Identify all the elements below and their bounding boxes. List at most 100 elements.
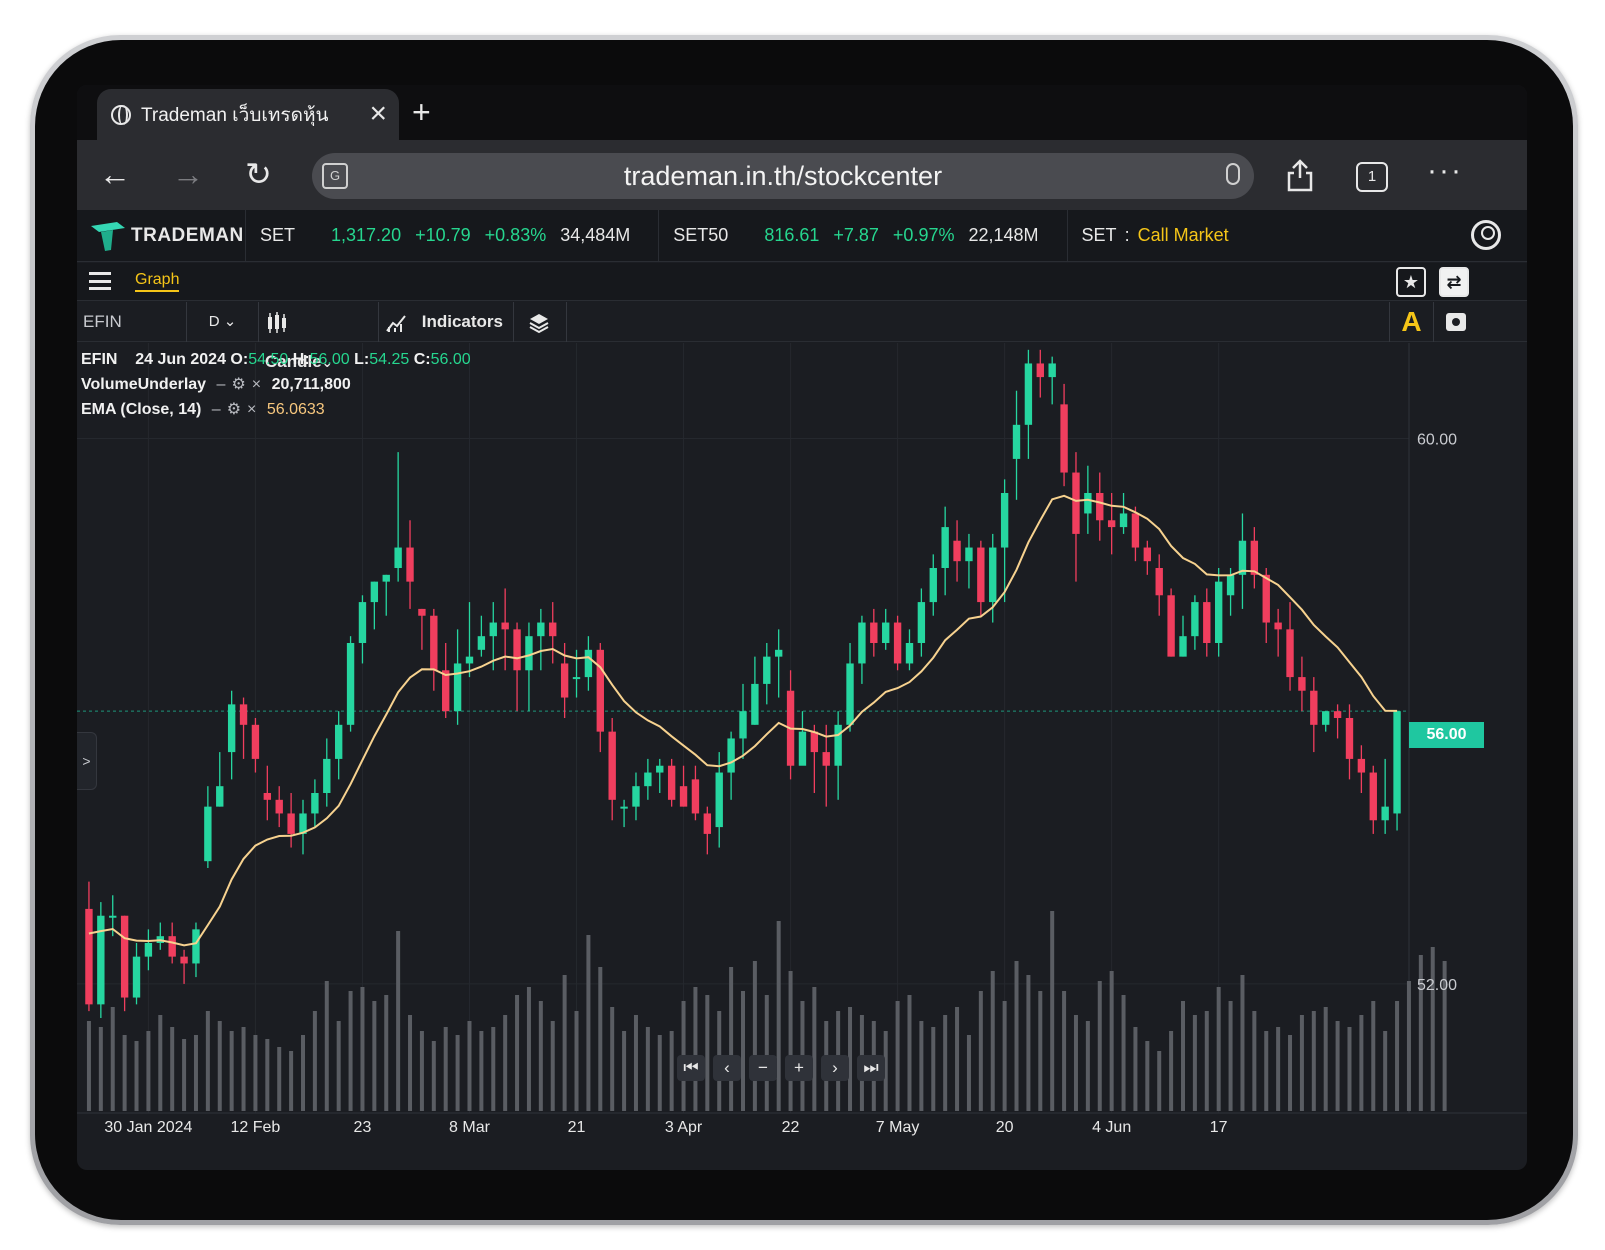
time-axis-label: 22 bbox=[782, 1119, 800, 1136]
share-icon[interactable] bbox=[1285, 158, 1315, 199]
candle-body bbox=[180, 956, 188, 964]
zoom-out-button[interactable]: − bbox=[749, 1055, 777, 1081]
legend-high: 56.00 bbox=[309, 351, 350, 368]
volume-bar bbox=[1038, 991, 1043, 1111]
volume-bar bbox=[562, 975, 567, 1111]
candle-body bbox=[1333, 711, 1342, 718]
trademan-logo[interactable]: TRADEMAN bbox=[77, 220, 245, 252]
volume-bar bbox=[633, 1015, 638, 1111]
close-tab-icon[interactable]: × bbox=[369, 99, 387, 129]
reload-icon[interactable]: ↻ bbox=[245, 154, 272, 194]
new-tab-button[interactable]: + bbox=[412, 95, 431, 129]
ema-remove-icon[interactable]: × bbox=[247, 401, 256, 418]
candle-body bbox=[1345, 718, 1354, 759]
hamburger-menu-icon[interactable] bbox=[89, 272, 111, 290]
volume-bar bbox=[1311, 1011, 1316, 1111]
volume-bar bbox=[182, 1039, 187, 1111]
volume-bar bbox=[348, 991, 353, 1111]
indicators-button[interactable]: Indicators bbox=[379, 302, 514, 342]
back-arrow-icon[interactable]: ← bbox=[99, 154, 131, 194]
volume-bar bbox=[669, 1031, 674, 1111]
candle-body bbox=[882, 622, 890, 643]
layers-button[interactable] bbox=[514, 302, 567, 342]
volume-bar bbox=[752, 961, 757, 1111]
candle-body bbox=[1000, 493, 1009, 548]
go-to-start-button[interactable]: ⏮ bbox=[677, 1055, 705, 1081]
candle-body bbox=[763, 656, 771, 684]
set50-change: +7.87 bbox=[833, 225, 879, 245]
volume-row: VolumeUnderlay – ⚙ × 20,711,800 bbox=[81, 372, 471, 397]
candle-body bbox=[715, 772, 723, 828]
candle-body bbox=[501, 622, 509, 630]
volume-bar bbox=[170, 1027, 175, 1111]
legend-c-label: C: bbox=[413, 351, 431, 368]
candle-body bbox=[453, 663, 462, 712]
go-to-end-button[interactable]: ⏭ bbox=[857, 1055, 885, 1081]
candle-body bbox=[489, 622, 497, 637]
time-axis-label: 8 Mar bbox=[449, 1119, 491, 1136]
candle-icon bbox=[268, 311, 286, 333]
microphone-icon[interactable] bbox=[1226, 163, 1240, 185]
volume-bar bbox=[966, 1035, 971, 1111]
ohlc-row: EFIN 24 Jun 2024 O:54.50 H:56.00 L:54.25… bbox=[81, 347, 471, 372]
url-text: trademan.in.th/stockcenter bbox=[623, 161, 943, 191]
volume-hide-icon[interactable]: – bbox=[217, 376, 226, 393]
indicators-text: Indicators bbox=[421, 312, 503, 331]
scroll-left-button[interactable]: ‹ bbox=[713, 1055, 741, 1081]
legend-low: 54.25 bbox=[369, 351, 410, 368]
set50-index[interactable]: SET50 816.61 +7.87 +0.97% 22,148M bbox=[658, 210, 1066, 261]
set-index[interactable]: SET 1,317.20 +10.79 +0.83% 34,484M bbox=[245, 210, 658, 261]
symbol-input[interactable]: EFIN bbox=[77, 302, 187, 342]
volume-bar bbox=[978, 991, 983, 1111]
volume-bar bbox=[408, 1015, 413, 1111]
interval-select[interactable]: D ⌄ bbox=[187, 302, 259, 342]
browser-toolbar: ← → ↻ G trademan.in.th/stockcenter 1 ··· bbox=[77, 140, 1527, 210]
candle-body bbox=[1214, 581, 1223, 643]
chart-type-select[interactable]: Candle⌄ bbox=[259, 302, 379, 371]
favorite-star-icon[interactable]: ★ bbox=[1396, 267, 1426, 297]
candle-body bbox=[870, 622, 878, 643]
user-profile-icon[interactable] bbox=[1471, 220, 1501, 250]
candle-body bbox=[620, 806, 628, 809]
tab-graph[interactable]: Graph bbox=[135, 271, 180, 292]
candle-body bbox=[965, 547, 973, 562]
volume-bar bbox=[1050, 911, 1055, 1111]
candle-body bbox=[394, 547, 402, 568]
volume-bar bbox=[741, 991, 745, 1111]
set50-volume: 22,148M bbox=[968, 225, 1039, 245]
volume-bar bbox=[1014, 961, 1019, 1111]
volume-bar bbox=[895, 1001, 900, 1111]
volume-bar bbox=[705, 995, 710, 1111]
set-volume: 34,484M bbox=[560, 225, 631, 245]
drawing-text-button[interactable]: A bbox=[1389, 302, 1433, 342]
tab-switcher-button[interactable]: 1 bbox=[1356, 162, 1388, 192]
swap-icon[interactable]: ⇄ bbox=[1439, 267, 1469, 297]
candle-body bbox=[1012, 424, 1021, 459]
browser-tab[interactable]: Trademan เว็บเทรดหุ้น × bbox=[97, 89, 399, 140]
forward-arrow-icon[interactable]: → bbox=[172, 154, 204, 194]
screenshot-button[interactable] bbox=[1433, 302, 1477, 342]
volume-remove-icon[interactable]: × bbox=[252, 376, 261, 393]
current-price-label: 56.00 bbox=[1409, 722, 1484, 748]
address-bar[interactable]: G trademan.in.th/stockcenter bbox=[312, 153, 1254, 199]
zoom-in-button[interactable]: + bbox=[785, 1055, 813, 1081]
volume-bar bbox=[491, 1027, 496, 1111]
ema-settings-icon[interactable]: ⚙ bbox=[227, 401, 241, 418]
volume-bar bbox=[645, 1027, 650, 1111]
price-chart[interactable]: 60.00 52.00 30 Jan 2024 12 Feb 23 8 Mar 21 3 Ap… bbox=[77, 343, 1527, 1153]
volume-bar bbox=[515, 995, 520, 1111]
symbol-text: EFIN bbox=[83, 312, 122, 331]
volume-settings-icon[interactable]: ⚙ bbox=[231, 376, 245, 393]
scroll-right-button[interactable]: › bbox=[821, 1055, 849, 1081]
volume-bar bbox=[990, 971, 995, 1111]
volume-bar bbox=[241, 1027, 246, 1111]
translate-icon[interactable]: G bbox=[322, 163, 348, 189]
volume-bar bbox=[312, 1011, 317, 1111]
tab-bar: Trademan เว็บเทรดหุ้น × + bbox=[77, 85, 1527, 140]
expand-sidebar-button[interactable]: > bbox=[77, 732, 97, 790]
ema-hide-icon[interactable]: – bbox=[212, 401, 221, 418]
more-menu-icon[interactable]: ··· bbox=[1427, 154, 1463, 188]
volume-name: VolumeUnderlay bbox=[81, 376, 207, 393]
candle-body bbox=[1191, 602, 1199, 637]
candle-body bbox=[216, 786, 224, 807]
